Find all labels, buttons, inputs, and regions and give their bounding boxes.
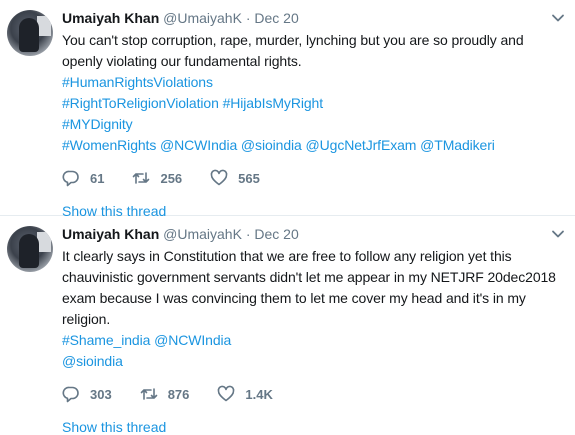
- retweet-count: 256: [160, 170, 183, 186]
- like-button[interactable]: 565: [210, 169, 260, 187]
- hashtag-link[interactable]: #MYDignity: [62, 114, 563, 135]
- heart-icon: [218, 385, 235, 402]
- tweet-text-line: openly violating our fundamental rights.: [62, 53, 302, 69]
- author-name[interactable]: Umaiyah Khan: [62, 226, 159, 242]
- tweet-text-line: exam because I was convincing them to le…: [62, 290, 526, 306]
- avatar-figure: [19, 18, 39, 52]
- tweet-text-line: It clearly says in Constitution that we …: [62, 248, 512, 264]
- mention-link[interactable]: @sioindia: [62, 351, 563, 372]
- separator: ·: [245, 226, 251, 242]
- retweet-button[interactable]: 876: [140, 385, 190, 403]
- tweet-text-line: chauvinistic government servants didn't …: [62, 269, 556, 285]
- tweet-text: You can't stop corruption, rape, murder,…: [62, 30, 563, 156]
- hashtag-link[interactable]: #HumanRightsViolations: [62, 72, 563, 93]
- author-handle[interactable]: @UmaiyahK: [163, 226, 242, 242]
- tweet-text: It clearly says in Constitution that we …: [62, 246, 563, 372]
- reply-icon: [62, 170, 79, 187]
- author-handle[interactable]: @UmaiyahK: [163, 10, 242, 26]
- tweet-actions: 61 256 565: [62, 168, 563, 188]
- separator: ·: [245, 10, 251, 26]
- tweet-header: Umaiyah Khan @UmaiyahK · Dec 20: [62, 225, 563, 243]
- like-button[interactable]: 1.4K: [217, 385, 273, 403]
- avatar[interactable]: [7, 10, 53, 56]
- tweet-text-line: You can't stop corruption, rape, murder,…: [62, 32, 524, 48]
- retweet-count: 876: [167, 386, 190, 402]
- retweet-icon: [133, 172, 150, 184]
- retweet-icon: [140, 388, 158, 400]
- heart-icon: [210, 169, 228, 186]
- avatar-figure: [19, 234, 39, 268]
- tweet-text-line: religion.: [62, 311, 111, 327]
- like-count: 565: [238, 170, 260, 186]
- avatar[interactable]: [7, 226, 53, 272]
- author-name[interactable]: Umaiyah Khan: [62, 10, 159, 26]
- reply-icon: [62, 386, 79, 403]
- show-thread-link[interactable]: Show this thread: [62, 419, 563, 435]
- avatar-background: [37, 16, 51, 36]
- tweet-date[interactable]: Dec 20: [254, 226, 298, 242]
- avatar-background: [37, 232, 51, 252]
- retweet-button[interactable]: 256: [132, 169, 182, 187]
- hashtag-link[interactable]: #RightToReligionViolation #HijabIsMyRigh…: [62, 93, 563, 114]
- tweet-date[interactable]: Dec 20: [254, 10, 298, 26]
- reply-count: 61: [90, 170, 105, 186]
- tweet-header: Umaiyah Khan @UmaiyahK · Dec 20: [62, 9, 563, 27]
- tweet[interactable]: Umaiyah Khan @UmaiyahK · Dec 20 You can'…: [0, 0, 575, 219]
- like-count: 1.4K: [245, 386, 273, 402]
- tweet[interactable]: Umaiyah Khan @UmaiyahK · Dec 20 It clear…: [0, 216, 575, 435]
- reply-button[interactable]: 303: [62, 385, 112, 403]
- reply-button[interactable]: 61: [62, 169, 104, 187]
- hashtag-link[interactable]: #Shame_india @NCWIndia: [62, 330, 563, 351]
- reply-count: 303: [90, 386, 112, 402]
- mention-links[interactable]: #WomenRights @NCWIndia @sioindia @UgcNet…: [62, 135, 563, 156]
- tweet-actions: 303 876 1.4K: [62, 384, 563, 404]
